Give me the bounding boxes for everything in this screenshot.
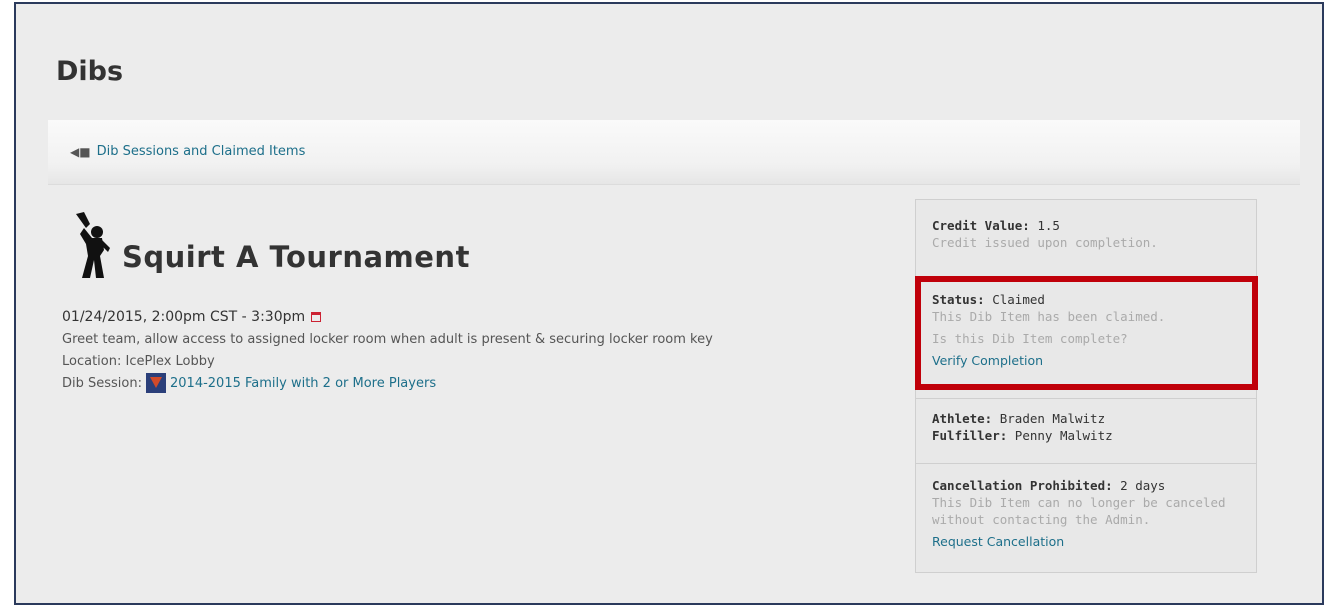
verify-completion-link[interactable]: Verify Completion [932,353,1043,368]
team-shield-icon [146,373,166,393]
item-datetime: 01/24/2015, 2:00pm CST - 3:30pm [62,309,306,325]
credit-section: Credit Value: 1.5 Credit issued upon com… [916,218,1256,252]
request-cancellation-link[interactable]: Request Cancellation [932,534,1064,549]
breadcrumb-bar: ◀■ Dib Sessions and Claimed Items [48,120,1300,185]
item-title: Squirt A Tournament [122,240,470,274]
athlete-row: Athlete: Braden Malwitz [932,411,1256,428]
fulfiller-label: Fulfiller: [932,428,1008,443]
calendar-icon[interactable] [311,312,322,322]
screenshot-frame: Dibs ◀■ Dib Sessions and Claimed Items S… [14,2,1324,605]
status-section: Status: Claimed This Dib Item has been c… [916,277,1256,370]
credit-note: Credit issued upon completion. [932,235,1158,250]
cancellation-note-2: without contacting the Admin. [932,512,1151,527]
session-link[interactable]: 2014-2015 Family with 2 or More Players [170,376,436,391]
waving-figure-icon [76,212,110,278]
item-location: Location: IcePlex Lobby [62,353,215,369]
item-session-row: Dib Session: 2014-2015 Family with 2 or … [62,372,713,394]
item-header: Squirt A Tournament [70,210,470,280]
cancellation-label: Cancellation Prohibited: [932,478,1113,493]
session-label: Dib Session: [62,375,142,391]
item-details: 01/24/2015, 2:00pm CST - 3:30pm Greet te… [62,306,713,394]
cancellation-value: 2 days [1120,478,1166,493]
status-note: This Dib Item has been claimed. [932,309,1166,324]
status-text: Claimed [992,292,1045,307]
credit-value: Credit Value: 1.5 [932,218,1256,235]
breadcrumb[interactable]: ◀■ Dib Sessions and Claimed Items [70,144,305,159]
status-value: Status: Claimed [932,292,1256,309]
cancellation-section: Cancellation Prohibited: 2 days This Dib… [916,463,1256,551]
cancellation-note-1: This Dib Item can no longer be canceled [932,495,1226,510]
item-datetime-row: 01/24/2015, 2:00pm CST - 3:30pm [62,306,713,328]
athlete-label: Athlete: [932,411,993,426]
cancellation-row: Cancellation Prohibited: 2 days [932,478,1256,495]
back-arrow-icon: ◀■ [70,144,91,159]
completion-question: Is this Dib Item complete? [932,331,1128,346]
credit-amount: 1.5 [1037,218,1060,233]
breadcrumb-label: Dib Sessions and Claimed Items [96,144,306,159]
page-title: Dibs [56,56,124,87]
item-info-panel: Credit Value: 1.5 Credit issued upon com… [915,199,1257,573]
athlete-name: Braden Malwitz [999,411,1106,426]
status-label: Status: [932,292,985,307]
fulfiller-name: Penny Malwitz [1014,428,1113,443]
item-description: Greet team, allow access to assigned loc… [62,331,713,347]
people-section: Athlete: Braden Malwitz Fulfiller: Penny… [916,398,1256,445]
credit-label: Credit Value: [932,218,1030,233]
fulfiller-row: Fulfiller: Penny Malwitz [932,428,1256,445]
